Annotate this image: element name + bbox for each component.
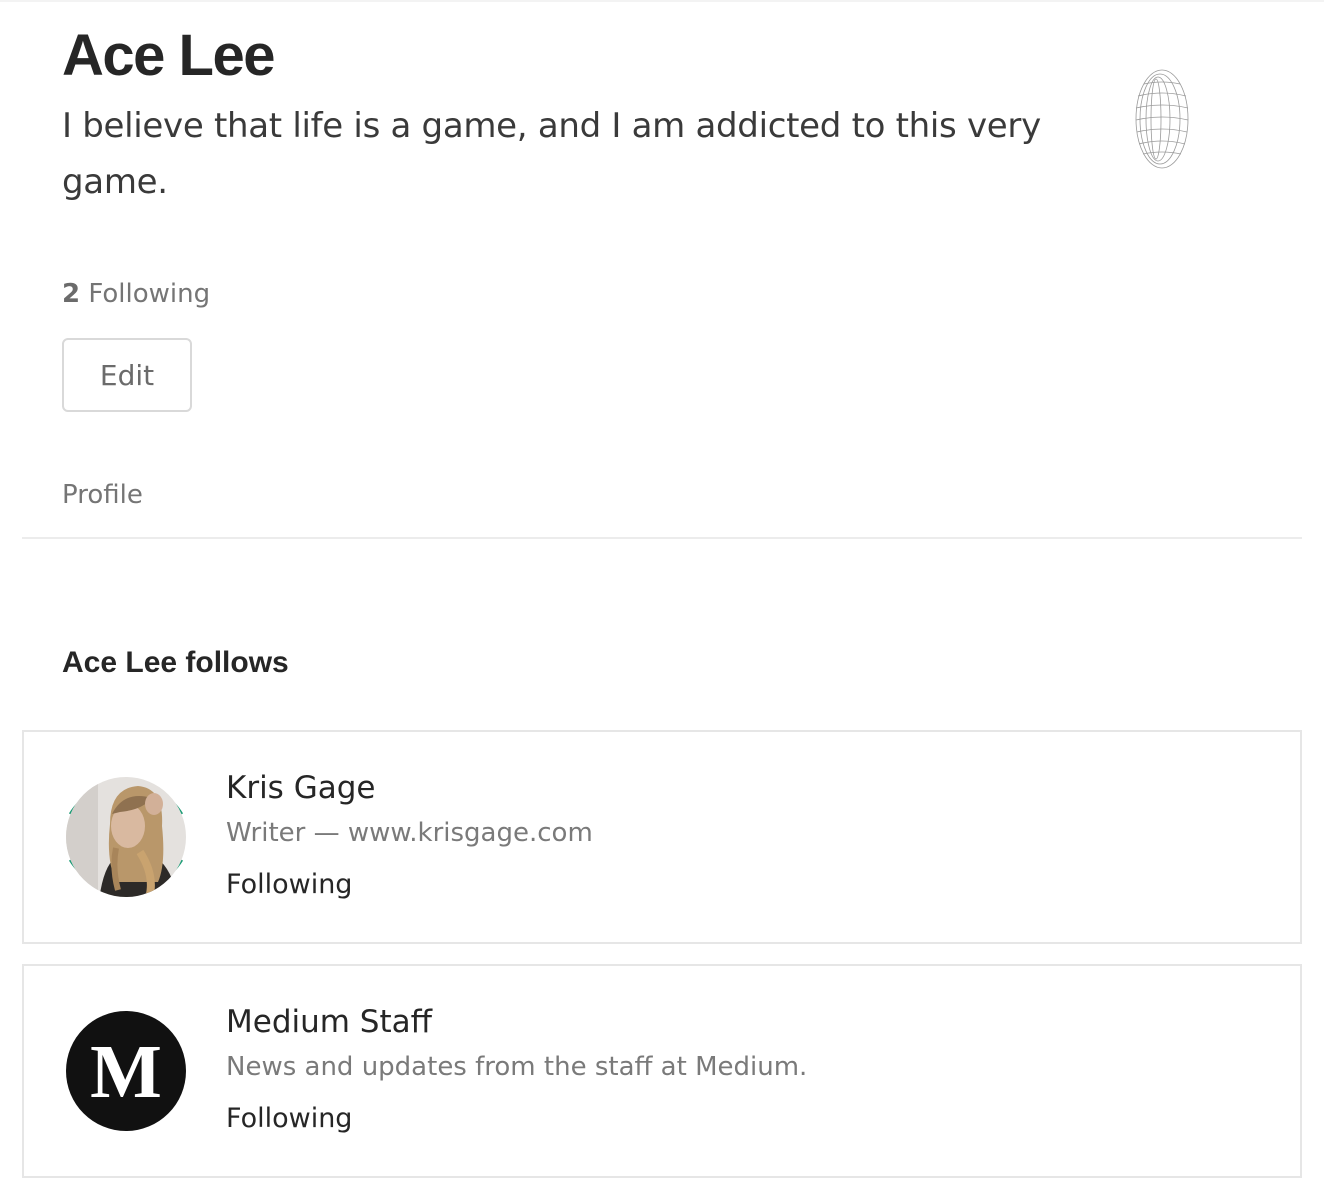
profile-avatar[interactable] bbox=[1130, 66, 1194, 172]
top-divider bbox=[0, 0, 1324, 2]
user-avatar[interactable] bbox=[58, 764, 194, 910]
following-count-number: 2 bbox=[62, 279, 81, 309]
user-photo-avatar-icon bbox=[66, 777, 186, 897]
tab-profile[interactable]: Profile bbox=[62, 480, 143, 510]
following-status-button[interactable]: Following bbox=[226, 1103, 352, 1134]
medium-logo-letter: M bbox=[90, 1030, 162, 1114]
tabs-divider bbox=[22, 537, 1302, 539]
follow-card: Kris Gage Writer — www.krisgage.com Foll… bbox=[22, 730, 1302, 944]
follow-card: M Medium Staff News and updates from the… bbox=[22, 964, 1302, 1178]
profile-name: Ace Lee bbox=[62, 23, 275, 88]
follow-name[interactable]: Medium Staff bbox=[226, 1004, 432, 1040]
following-status-button[interactable]: Following bbox=[226, 869, 352, 900]
wireframe-avatar-icon bbox=[1135, 69, 1189, 169]
publication-avatar[interactable]: M bbox=[58, 998, 194, 1144]
profile-bio: I believe that life is a game, and I am … bbox=[62, 106, 1041, 202]
edit-profile-button[interactable]: Edit bbox=[62, 338, 192, 412]
follow-name[interactable]: Kris Gage bbox=[226, 770, 375, 806]
follow-description: Writer — www.krisgage.com bbox=[226, 818, 593, 848]
following-count-label: Following bbox=[88, 279, 211, 309]
following-count-link[interactable]: 2 Following bbox=[62, 279, 210, 309]
follows-heading: Ace Lee follows bbox=[62, 646, 289, 679]
follow-description: News and updates from the staff at Mediu… bbox=[226, 1052, 808, 1082]
medium-m-logo-icon: M bbox=[66, 1011, 186, 1131]
